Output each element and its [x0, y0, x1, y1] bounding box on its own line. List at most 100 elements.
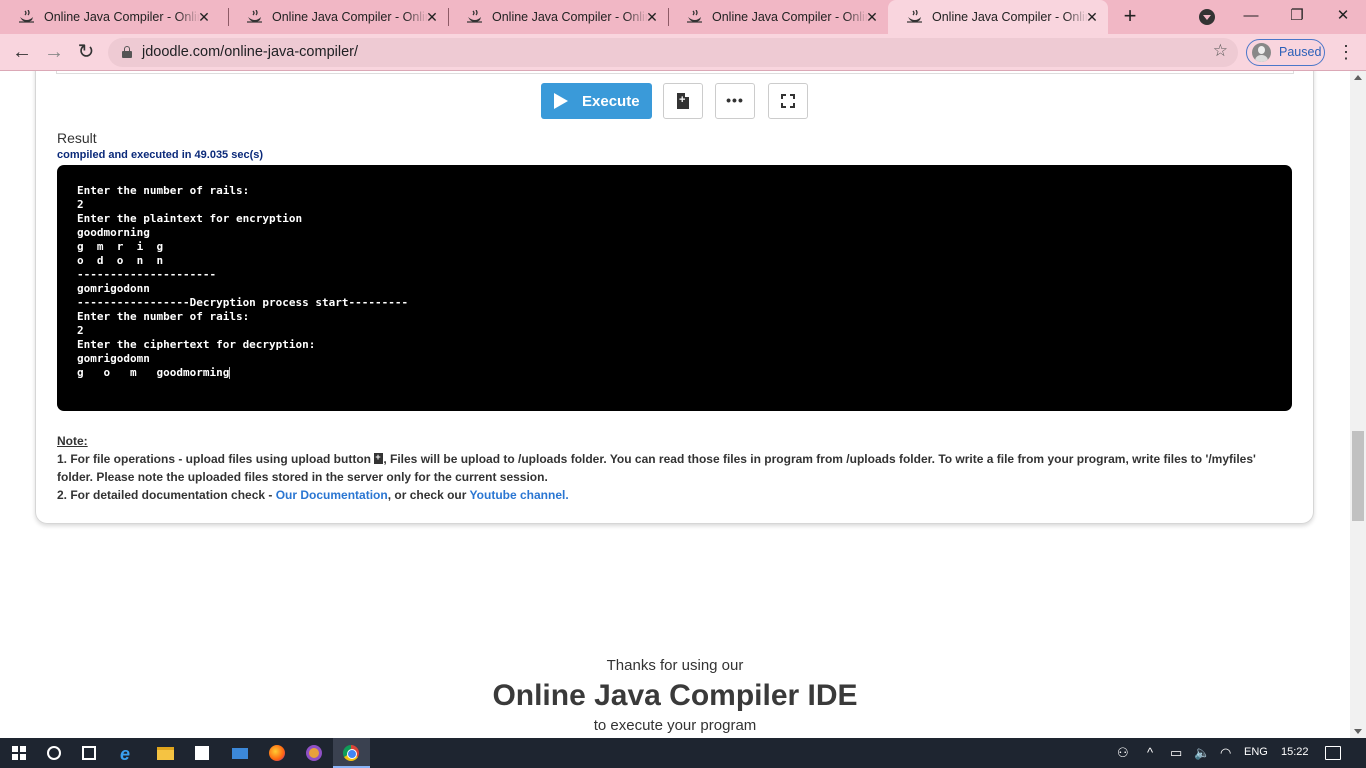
start-button[interactable]	[0, 738, 37, 768]
lock-icon[interactable]	[122, 46, 132, 58]
notifications-icon[interactable]	[1325, 746, 1341, 760]
note-text: 1. For file operations - upload files us…	[57, 452, 375, 466]
youtube-channel-link[interactable]: Youtube channel.	[470, 488, 569, 502]
edge-browser-icon[interactable]: e	[120, 744, 130, 765]
browser-tab-active[interactable]: Online Java Compiler - Online Java IDE ✕	[888, 0, 1108, 34]
tab-title: Online Java Compiler - Online Java IDE	[492, 10, 648, 24]
note-text: , or check our	[387, 488, 470, 502]
upload-file-icon	[374, 452, 384, 464]
footer-thanks: Thanks for using our	[606, 657, 744, 674]
tab-title: Online Java Compiler - Online Java IDE	[44, 10, 200, 24]
volume-icon[interactable]: 🔈	[1194, 745, 1210, 761]
clock[interactable]: 15:22	[1281, 746, 1309, 758]
note-line-3: 2. For detailed documentation check - Ou…	[57, 488, 569, 502]
execution-info: compiled and executed in 49.035 sec(s)	[57, 149, 264, 161]
wifi-icon[interactable]: ◠	[1220, 745, 1231, 761]
profile-button[interactable]: Paused	[1246, 39, 1325, 66]
tab-close-icon[interactable]: ✕	[644, 9, 660, 25]
console-line: 2	[77, 198, 84, 211]
forward-button[interactable]: →	[42, 41, 66, 65]
execute-label: Execute	[582, 93, 640, 110]
browser-tab[interactable]: Online Java Compiler - Online Java IDE ✕	[668, 0, 888, 34]
address-bar[interactable]: jdoodle.com/online-java-compiler/ ☆	[108, 38, 1238, 67]
tab-title: Online Java Compiler - Online Java IDE	[712, 10, 868, 24]
more-dots-icon: •••	[726, 92, 744, 108]
browser-tab[interactable]: Online Java Compiler - Online Java IDE ✕	[0, 0, 220, 34]
console-input-line[interactable]: g o m goodmorming	[77, 366, 1272, 380]
result-heading: Result	[57, 130, 97, 146]
battery-icon[interactable]: ▭	[1170, 745, 1182, 761]
windows-taskbar: e ⚇ ^ ▭ 🔈 ◠ ENG 15:22	[0, 738, 1366, 768]
tab-title: Online Java Compiler - Online Java IDE	[932, 10, 1088, 24]
console-line: Enter the number of rails:	[77, 310, 250, 323]
console-line: gomrigodomn	[77, 352, 150, 365]
console-line: 2	[77, 324, 84, 337]
people-icon[interactable]: ⚇	[1117, 745, 1129, 761]
console-line: Enter the ciphertext for decryption:	[77, 338, 316, 351]
footer-subtitle: to execute your program	[593, 717, 757, 734]
output-console[interactable]: Enter the number of rails: 2 Enter the p…	[57, 165, 1292, 411]
new-tab-button[interactable]: +	[1118, 5, 1142, 29]
tab-close-icon[interactable]: ✕	[424, 9, 440, 25]
store-icon[interactable]	[195, 746, 209, 760]
close-window-button[interactable]: ✕	[1320, 0, 1366, 34]
code-editor-bottom-edge	[56, 71, 1294, 74]
avatar	[1252, 43, 1271, 62]
bookmark-star-icon[interactable]: ☆	[1213, 41, 1228, 61]
browser-tab[interactable]: Online Java Compiler - Online Java IDE ✕	[228, 0, 448, 34]
browser-toolbar: ← → ↻ jdoodle.com/online-java-compiler/ …	[0, 34, 1366, 71]
firefox-icon[interactable]	[269, 745, 285, 761]
back-button[interactable]: ←	[10, 41, 34, 65]
language-indicator[interactable]: ENG	[1244, 746, 1268, 758]
tab-title: Online Java Compiler - Online Java IDE	[272, 10, 428, 24]
browser-tab-strip: Online Java Compiler - Online Java IDE ✕…	[0, 0, 1366, 34]
browser-menu-icon[interactable]: ⋮	[1336, 41, 1356, 65]
cortana-search-icon[interactable]	[47, 746, 61, 760]
console-line: g m r i g	[77, 240, 164, 253]
java-cup-icon	[247, 10, 262, 23]
windows-logo-icon	[12, 746, 26, 760]
page-scrollbar[interactable]	[1350, 71, 1366, 738]
scroll-down-arrow-icon[interactable]	[1354, 729, 1362, 734]
tab-search-icon[interactable]	[1199, 9, 1215, 25]
tab-close-icon[interactable]: ✕	[196, 9, 212, 25]
page-viewport: Execute ••• Result compiled and executed…	[0, 71, 1350, 738]
java-cup-icon	[467, 10, 482, 23]
play-icon	[554, 93, 568, 109]
console-line: -----------------Decryption process star…	[77, 296, 409, 309]
maximize-button[interactable]: ❐	[1274, 0, 1320, 34]
chrome-icon[interactable]	[343, 745, 359, 761]
console-line: Enter the number of rails:	[77, 184, 250, 197]
note-heading: Note:	[57, 434, 88, 448]
fullscreen-button[interactable]	[768, 83, 808, 119]
task-view-icon[interactable]	[82, 746, 96, 760]
minimize-button[interactable]: —	[1228, 0, 1274, 34]
upload-file-button[interactable]	[663, 83, 703, 119]
java-cup-icon	[907, 10, 922, 23]
tab-close-icon[interactable]: ✕	[1084, 9, 1100, 25]
scroll-up-arrow-icon[interactable]	[1354, 75, 1362, 80]
footer-title: Online Java Compiler IDE	[492, 679, 858, 712]
profile-status: Paused	[1279, 45, 1322, 59]
fullscreen-icon	[781, 94, 795, 108]
java-cup-icon	[687, 10, 702, 23]
documentation-link[interactable]: Our Documentation	[276, 488, 388, 502]
console-line: gomrigodonn	[77, 282, 150, 295]
note-line-2: folder. Please note the uploaded files s…	[57, 470, 548, 484]
more-options-button[interactable]: •••	[715, 83, 755, 119]
url-text[interactable]: jdoodle.com/online-java-compiler/	[142, 44, 358, 60]
note-text: , Files will be upload to /uploads folde…	[383, 452, 1256, 466]
mail-icon[interactable]	[232, 748, 248, 759]
java-cup-icon	[19, 10, 34, 23]
file-explorer-icon[interactable]	[157, 747, 174, 760]
note-text: 2. For detailed documentation check -	[57, 488, 276, 502]
brave-browser-icon[interactable]	[306, 745, 322, 761]
browser-tab[interactable]: Online Java Compiler - Online Java IDE ✕	[448, 0, 668, 34]
tray-expand-icon[interactable]: ^	[1147, 745, 1153, 760]
tab-close-icon[interactable]: ✕	[864, 9, 880, 25]
note-line-1: 1. For file operations - upload files us…	[57, 452, 1256, 466]
reload-button[interactable]: ↻	[74, 41, 98, 65]
scrollbar-thumb[interactable]	[1352, 431, 1364, 521]
execute-button[interactable]: Execute	[541, 83, 652, 119]
console-line: Enter the plaintext for encryption	[77, 212, 303, 225]
